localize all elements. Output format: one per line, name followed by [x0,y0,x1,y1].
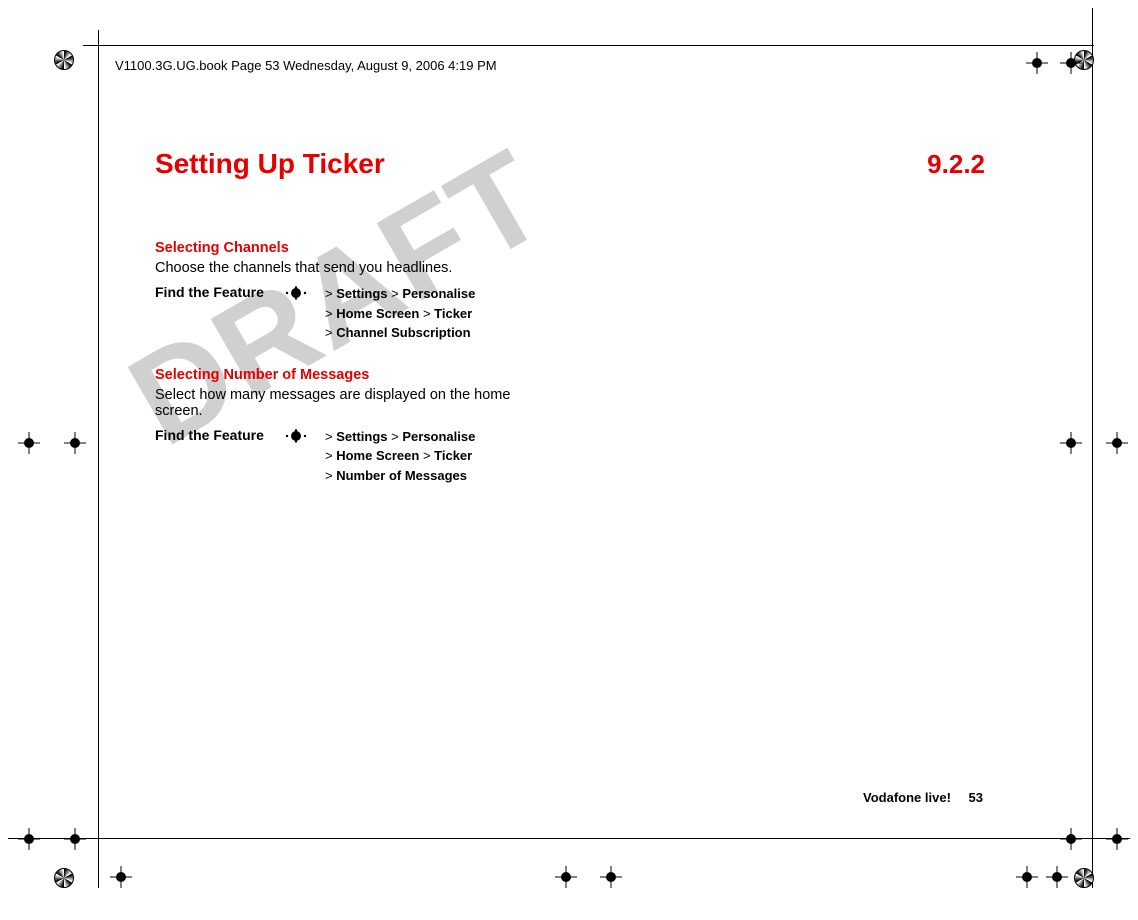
registration-mark-icon [600,866,622,888]
crop-line-right [1092,8,1093,888]
find-the-feature-label: Find the Feature [155,284,285,300]
crop-line-left [98,45,99,888]
registration-mark-icon [1060,828,1082,850]
nav-item: Settings [336,429,387,444]
color-swatch-icon [54,868,74,888]
find-the-feature-row: Find the Feature > Settings > Personalis… [155,284,555,343]
registration-mark-icon [1016,866,1038,888]
registration-mark-icon [1106,432,1128,454]
registration-mark-icon [64,432,86,454]
nav-path: > Settings > Personalise > Home Screen >… [325,427,475,486]
find-the-feature-label: Find the Feature [155,427,285,443]
page-title: Setting Up Ticker [155,148,385,180]
registration-mark-icon [64,828,86,850]
nav-item: Ticker [434,306,472,321]
body-text: Select how many messages are displayed o… [155,387,555,419]
footer-page-number: 53 [969,790,983,805]
nav-item: Personalise [402,286,475,301]
header-text: V1100.3G.UG.book Page 53 Wednesday, Augu… [115,58,497,73]
crop-tick [83,45,98,46]
registration-mark-icon [1060,432,1082,454]
crop-line-top [98,45,1094,46]
crop-tick [1092,838,1093,853]
registration-mark-icon [18,828,40,850]
registration-mark-icon [110,866,132,888]
color-swatch-icon [1074,868,1094,888]
registration-mark-icon [555,866,577,888]
subheading-selecting-number: Selecting Number of Messages [155,367,555,383]
find-the-feature-row: Find the Feature > Settings > Personalis… [155,427,555,486]
section-number: 9.2.2 [927,149,985,180]
content-area: Setting Up Ticker 9.2.2 Selecting Channe… [155,148,985,509]
body-text: Choose the channels that send you headli… [155,260,555,276]
registration-mark-icon [1106,828,1128,850]
nav-item: Personalise [402,429,475,444]
registration-mark-icon [1026,52,1048,74]
nav-item: Settings [336,286,387,301]
nav-path: > Settings > Personalise > Home Screen >… [325,284,475,343]
crop-tick [98,30,99,45]
color-swatch-icon [54,50,74,70]
footer-label: Vodafone live! [863,790,951,805]
registration-mark-icon [1046,866,1068,888]
nav-item: Ticker [434,448,472,463]
nav-key-icon [285,429,307,443]
registration-mark-icon [1060,52,1082,74]
subheading-selecting-channels: Selecting Channels [155,240,555,256]
crop-tick [1092,838,1107,839]
nav-key-icon [285,286,307,300]
nav-item: Channel Subscription [336,325,470,340]
nav-item: Home Screen [336,448,419,463]
crop-line-bottom [8,838,1130,839]
nav-item: Home Screen [336,306,419,321]
footer: Vodafone live! 53 [863,790,983,805]
nav-item: Number of Messages [336,468,467,483]
registration-mark-icon [18,432,40,454]
